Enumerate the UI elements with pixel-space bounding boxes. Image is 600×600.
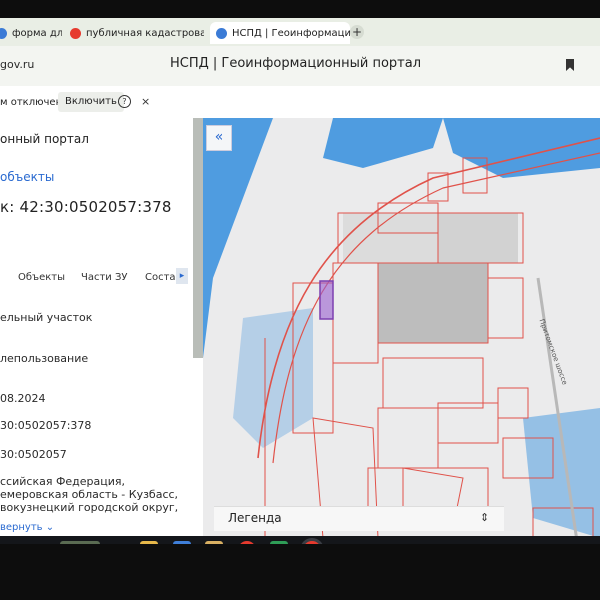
building <box>378 263 488 343</box>
tabs-scroll-right-icon[interactable]: ▸ <box>176 268 188 284</box>
tab-land-parts[interactable]: Части ЗУ <box>81 272 128 283</box>
info-tabs: Объекты Части ЗУ Состa <box>0 272 195 294</box>
notes-icon[interactable] <box>173 541 191 544</box>
legend-toggle-icon[interactable]: ⇕ <box>480 511 489 524</box>
yandex-favicon-icon <box>70 27 81 39</box>
help-icon[interactable]: ? <box>118 95 131 108</box>
enable-button[interactable]: Включить <box>58 92 124 112</box>
portal-title: онный портал <box>0 132 89 146</box>
yandex-icon[interactable] <box>238 541 256 544</box>
legend-label: Легенда <box>228 511 282 525</box>
browser-tab-form[interactable]: форма для г <box>0 22 62 44</box>
shore-water <box>233 308 313 448</box>
yandex-browser-icon[interactable] <box>303 541 321 544</box>
page-title: НСПД | Геоинформационный портал <box>170 56 421 71</box>
legend-panel[interactable]: Легенда ⇕ <box>214 506 504 531</box>
building <box>438 213 518 263</box>
tab-objects[interactable]: Объекты <box>18 272 65 283</box>
lake-water <box>323 118 443 168</box>
field-address: ссийская Федерация, емеровская область -… <box>0 475 178 514</box>
field-date: 08.2024 <box>0 392 46 405</box>
address-line: емеровская область - Кузбасс, <box>0 488 179 501</box>
building <box>343 213 438 263</box>
browser-tab-strip: форма для г публичная кадастровая НСПД |… <box>0 18 600 46</box>
address-line: вокузнецкий городской округ, <box>0 501 179 514</box>
file-explorer-icon[interactable] <box>140 541 158 544</box>
address-bar: gov.ru НСПД | Геоинформационный портал <box>0 46 600 87</box>
field-cadastral-number: 30:0502057:378 <box>0 419 92 432</box>
cadastral-number-heading: к: 42:30:0502057:378 <box>0 198 172 216</box>
tab-label: форма для г <box>12 27 62 39</box>
tab-composition[interactable]: Состa <box>145 272 176 283</box>
field-cadastral-quarter: 30:0502057 <box>0 448 67 461</box>
screen: форма для г публичная кадастровая НСПД |… <box>0 18 600 544</box>
new-tab-icon[interactable]: + <box>350 25 364 39</box>
tab-favicon-icon <box>216 27 227 39</box>
close-infobar-icon[interactable]: × <box>141 95 150 108</box>
folder-icon[interactable] <box>205 541 223 544</box>
url-text[interactable]: gov.ru <box>0 58 34 71</box>
collapse-address-label: вернуть <box>0 522 43 533</box>
excel-icon[interactable] <box>270 541 288 544</box>
info-bar: м отключена Включить ? × <box>0 86 600 118</box>
collapse-address-link[interactable]: вернуть ⌄ <box>0 522 54 533</box>
weather-widget-icon[interactable] <box>60 541 100 544</box>
bookmark-icon[interactable] <box>566 59 574 71</box>
tab-favicon-icon <box>0 27 7 39</box>
browser-tab-cadastral[interactable]: публичная кадастровая <box>70 22 204 44</box>
tab-label: НСПД | Геоинформационный портал <box>232 27 350 39</box>
pond-water <box>443 118 600 178</box>
field-land-usage: лепользование <box>0 352 89 365</box>
object-info-panel: онный портал объекты к: 42:30:0502057:37… <box>0 118 195 544</box>
tab-label: публичная кадастровая <box>86 27 204 39</box>
panel-scrollbar[interactable] <box>193 118 203 358</box>
browser-tab-nspd[interactable]: НСПД | Геоинформационный портал × <box>210 22 350 44</box>
address-line: ссийская Федерация, <box>0 475 126 488</box>
windows-taskbar <box>0 536 600 544</box>
field-object-type: ельный участок <box>0 311 93 324</box>
objects-link[interactable]: объекты <box>0 170 54 184</box>
selected-parcel[interactable] <box>319 280 334 320</box>
collapse-panel-icon[interactable]: « <box>206 125 232 151</box>
